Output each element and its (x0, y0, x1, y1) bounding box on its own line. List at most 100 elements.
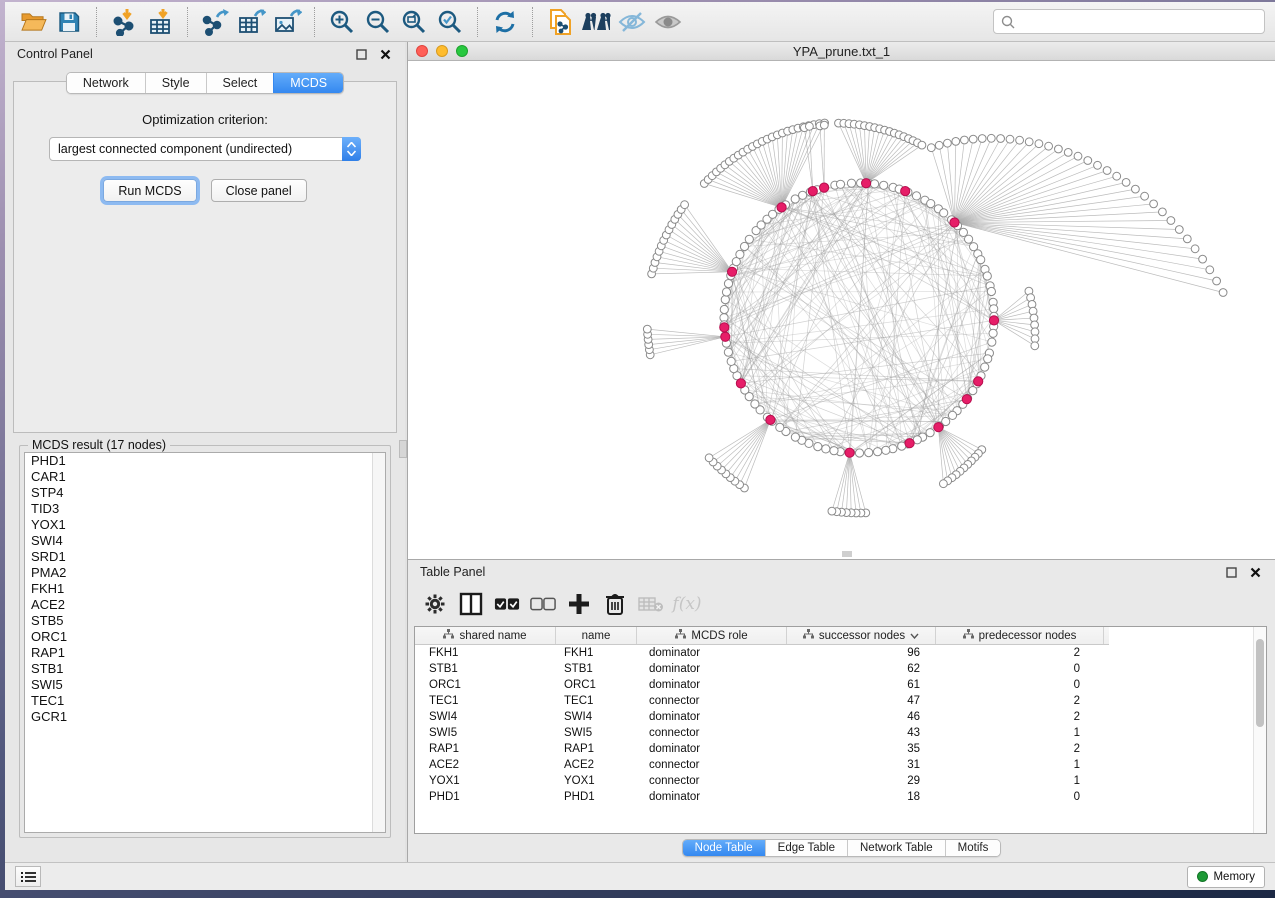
cell-shared-name: TEC1 (415, 695, 556, 707)
node-table[interactable]: shared namenameMCDS rolesuccessor nodesp… (414, 626, 1267, 834)
close-window-icon[interactable] (416, 45, 428, 57)
apply-function-icon[interactable]: f(x) (674, 591, 700, 617)
tab-select[interactable]: Select (206, 73, 274, 93)
result-list-scrollbar[interactable] (372, 453, 385, 832)
zoom-fit-icon[interactable] (399, 7, 429, 37)
result-list-item[interactable]: YOX1 (25, 517, 385, 533)
table-row[interactable]: STB1STB1dominator620 (415, 661, 1266, 677)
attribute-type-icon (443, 629, 454, 642)
cell-predecessor-nodes: 2 (936, 695, 1104, 707)
refresh-icon[interactable] (490, 7, 520, 37)
table-scrollbar-thumb[interactable] (1256, 639, 1264, 727)
export-network-icon[interactable] (200, 7, 230, 37)
import-network-icon[interactable] (109, 7, 139, 37)
table-row[interactable]: FKH1FKH1dominator962 (415, 645, 1266, 661)
cell-shared-name: YOX1 (415, 775, 556, 787)
canvas-scroll-nub[interactable] (842, 551, 852, 557)
table-row[interactable]: YOX1YOX1connector291 (415, 773, 1266, 789)
show-column-icon[interactable] (458, 591, 484, 617)
minimize-window-icon[interactable] (436, 45, 448, 57)
tab-network[interactable]: Network (67, 73, 145, 93)
memory-button[interactable]: Memory (1187, 866, 1265, 888)
tab-style[interactable]: Style (145, 73, 206, 93)
result-list-item[interactable]: SWI5 (25, 677, 385, 693)
table-header-row: shared namenameMCDS rolesuccessor nodesp… (415, 627, 1109, 645)
export-table-icon[interactable] (236, 7, 266, 37)
result-list-item[interactable]: GCR1 (25, 709, 385, 725)
show-all-eye-icon[interactable] (653, 7, 683, 37)
tab-motifs[interactable]: Motifs (945, 840, 1001, 856)
column-header-MCDS-role[interactable]: MCDS role (637, 627, 787, 644)
run-mcds-button[interactable]: Run MCDS (103, 179, 196, 202)
tab-network-table[interactable]: Network Table (847, 840, 945, 856)
result-list-item[interactable]: SRD1 (25, 549, 385, 565)
hide-selected-eye-icon[interactable] (617, 7, 647, 37)
zoom-selected-icon[interactable] (435, 7, 465, 37)
result-list-item[interactable]: PHD1 (25, 453, 385, 469)
cell-predecessor-nodes: 2 (936, 743, 1104, 755)
result-list-item[interactable]: FKH1 (25, 581, 385, 597)
network-window-titlebar[interactable]: YPA_prune.txt_1 (408, 42, 1275, 61)
column-header-name[interactable]: name (556, 627, 637, 644)
splitter-grip[interactable] (399, 440, 407, 458)
mcds-result-list[interactable]: PHD1CAR1STP4TID3YOX1SWI4SRD1PMA2FKH1ACE2… (24, 452, 386, 833)
float-table-panel-icon[interactable] (1223, 564, 1239, 580)
delete-column-icon[interactable] (602, 591, 628, 617)
result-list-item[interactable]: RAP1 (25, 645, 385, 661)
criterion-select[interactable]: largest connected component (undirected) (49, 137, 361, 161)
table-row[interactable]: SWI4SWI4dominator462 (415, 709, 1266, 725)
column-header-predecessor-nodes[interactable]: predecessor nodes (936, 627, 1104, 644)
result-list-item[interactable]: ORC1 (25, 629, 385, 645)
zoom-out-icon[interactable] (363, 7, 393, 37)
table-row[interactable]: TEC1TEC1connector472 (415, 693, 1266, 709)
table-scrollbar[interactable] (1253, 627, 1266, 833)
table-row[interactable]: PHD1PHD1dominator180 (415, 789, 1266, 805)
result-list-item[interactable]: TID3 (25, 501, 385, 517)
close-table-panel-icon[interactable] (1247, 564, 1263, 580)
float-panel-icon[interactable] (353, 46, 369, 62)
search-input[interactable] (1020, 15, 1257, 29)
table-options-gear-icon[interactable] (422, 591, 448, 617)
binoculars-icon[interactable] (581, 7, 611, 37)
delete-table-icon[interactable] (638, 591, 664, 617)
export-image-icon[interactable] (272, 7, 302, 37)
tab-node-table[interactable]: Node Table (683, 840, 765, 856)
table-row[interactable]: SWI5SWI5connector431 (415, 725, 1266, 741)
result-list-item[interactable]: STB5 (25, 613, 385, 629)
tab-mcds[interactable]: MCDS (273, 73, 343, 93)
clone-network-icon[interactable] (545, 7, 575, 37)
save-session-icon[interactable] (54, 7, 84, 37)
close-panel-button[interactable]: Close panel (211, 179, 307, 202)
table-panel-title: Table Panel (420, 565, 485, 579)
result-list-item[interactable]: SWI4 (25, 533, 385, 549)
tab-edge-table[interactable]: Edge Table (765, 840, 847, 856)
deselect-all-checkboxes-icon[interactable] (530, 591, 556, 617)
cell-MCDS-role: connector (637, 727, 787, 739)
column-header-shared-name[interactable]: shared name (415, 627, 556, 644)
maximize-window-icon[interactable] (456, 45, 468, 57)
cell-shared-name: PHD1 (415, 791, 556, 803)
cell-name: SWI5 (556, 727, 637, 739)
zoom-in-icon[interactable] (327, 7, 357, 37)
table-row[interactable]: ORC1ORC1dominator610 (415, 677, 1266, 693)
import-table-icon[interactable] (145, 7, 175, 37)
result-list-item[interactable]: STP4 (25, 485, 385, 501)
result-list-item[interactable]: CAR1 (25, 469, 385, 485)
result-list-item[interactable]: ACE2 (25, 597, 385, 613)
cell-predecessor-nodes: 1 (936, 759, 1104, 771)
result-list-item[interactable]: TEC1 (25, 693, 385, 709)
select-all-checkboxes-icon[interactable] (494, 591, 520, 617)
add-column-icon[interactable] (566, 591, 592, 617)
result-list-item[interactable]: PMA2 (25, 565, 385, 581)
open-file-icon[interactable] (18, 7, 48, 37)
result-list-item[interactable]: STB1 (25, 661, 385, 677)
task-history-button[interactable] (15, 866, 41, 887)
table-row[interactable]: ACE2ACE2connector311 (415, 757, 1266, 773)
network-search-box[interactable] (993, 9, 1265, 34)
close-panel-icon[interactable] (377, 46, 393, 62)
search-icon (1001, 15, 1015, 29)
network-canvas[interactable] (408, 61, 1275, 559)
table-row[interactable]: RAP1RAP1dominator352 (415, 741, 1266, 757)
column-header-successor-nodes[interactable]: successor nodes (787, 627, 936, 644)
cell-name: ORC1 (556, 679, 637, 691)
